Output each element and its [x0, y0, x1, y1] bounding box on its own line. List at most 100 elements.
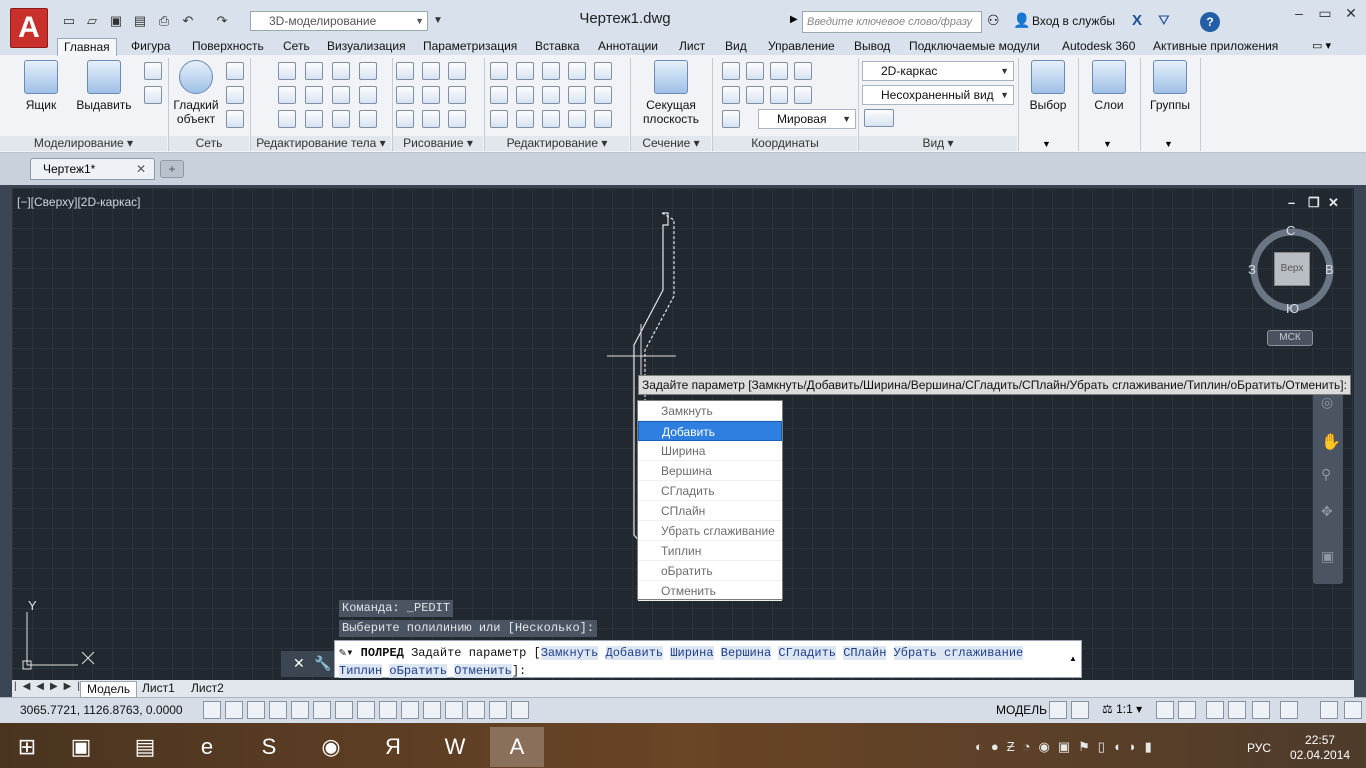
ucs-tool-icon[interactable] — [722, 62, 740, 80]
chrome-icon[interactable]: ◉ — [304, 727, 358, 767]
ribbon-tab[interactable]: Поверхность — [186, 38, 270, 56]
command-option[interactable]: Ширина — [670, 646, 714, 660]
status-tool-icon[interactable] — [1049, 701, 1067, 719]
menu-item-option[interactable]: СГладить — [638, 481, 782, 501]
draw-tool-icon[interactable] — [448, 86, 466, 104]
close-command-icon[interactable]: ✕ — [293, 655, 305, 672]
command-option[interactable]: Замкнуть — [540, 646, 599, 660]
status-tool-icon[interactable] — [1252, 701, 1270, 719]
status-toggle-icon[interactable] — [511, 701, 529, 719]
edit-tool-icon[interactable] — [516, 62, 534, 80]
command-option[interactable]: Добавить — [605, 646, 664, 660]
draw-tool-icon[interactable] — [422, 110, 440, 128]
ucs-menu[interactable]: МСК — [1267, 330, 1313, 346]
ribbon-tab[interactable]: Управление — [762, 38, 841, 56]
skype-icon[interactable]: S — [242, 727, 296, 767]
system-tray-icons[interactable]: ◐●Ƶ◔◉▣⚑▯◖◗▮ — [975, 739, 1160, 755]
ribbon-tab[interactable]: Главная — [57, 38, 117, 56]
draw-tool-icon[interactable] — [396, 62, 414, 80]
ucs-tool-icon[interactable] — [722, 86, 740, 104]
edit-tool-icon[interactable] — [594, 86, 612, 104]
solid-edit-tool-icon[interactable] — [278, 110, 296, 128]
solid-edit-tool-icon[interactable] — [359, 110, 377, 128]
status-toggle-icon[interactable] — [335, 701, 353, 719]
ribbon-tab[interactable]: Лист — [673, 38, 711, 56]
status-toggle-icon[interactable] — [225, 701, 243, 719]
edit-tool-icon[interactable] — [516, 110, 534, 128]
clock[interactable]: 22:57 02.04.2014 — [1290, 733, 1350, 763]
edit-tool-icon[interactable] — [568, 86, 586, 104]
model-space-toggle[interactable]: МОДЕЛЬ — [996, 703, 1047, 717]
layout-tab[interactable]: Лист2 — [185, 681, 230, 696]
edit-tool-icon[interactable] — [542, 110, 560, 128]
ribbon-tab[interactable]: Подключаемые модули — [903, 38, 1046, 56]
edit-tool-icon[interactable] — [542, 62, 560, 80]
solid-edit-tool-icon[interactable] — [332, 86, 350, 104]
menu-item-option[interactable]: Отменить — [638, 581, 782, 601]
status-toggle-icon[interactable] — [247, 701, 265, 719]
draw-tool-icon[interactable] — [396, 86, 414, 104]
ribbon-tab[interactable]: Активные приложения — [1147, 38, 1284, 56]
application-menu-button[interactable]: A — [10, 8, 48, 48]
ucs-tool-icon[interactable] — [794, 86, 812, 104]
ucs-tool-icon[interactable] — [770, 86, 788, 104]
ucs-tool-icon[interactable] — [746, 62, 764, 80]
status-tool-icon[interactable] — [1178, 701, 1196, 719]
ucs-tool-icon[interactable] — [794, 62, 812, 80]
menu-item-option[interactable]: Добавить — [638, 421, 782, 441]
save-app-icon[interactable]: ▣ — [54, 727, 108, 767]
menu-item-option[interactable]: Замкнуть — [638, 401, 782, 421]
ribbon-tab[interactable]: Вставка — [529, 38, 586, 56]
solid-edit-tool-icon[interactable] — [332, 62, 350, 80]
layout-tab[interactable]: Лист1 — [136, 681, 181, 696]
ribbon-tab[interactable]: Параметризация — [417, 38, 523, 56]
status-tool-icon[interactable] — [1320, 701, 1338, 719]
draw-tool-icon[interactable] — [422, 62, 440, 80]
status-toggle-icon[interactable] — [291, 701, 309, 719]
draw-tool-icon[interactable] — [396, 110, 414, 128]
viewcube-south[interactable]: Ю — [1286, 301, 1299, 316]
yandex-icon[interactable]: Я — [366, 727, 420, 767]
orbit-icon[interactable]: ✥ — [1321, 503, 1333, 520]
edit-tool-icon[interactable] — [542, 86, 560, 104]
status-toggle-icon[interactable] — [269, 701, 287, 719]
ribbon-tab[interactable]: Визуализация — [321, 38, 412, 56]
command-option[interactable]: Вершина — [720, 646, 772, 660]
status-toggle-icon[interactable] — [203, 701, 221, 719]
ucs-tool-icon[interactable] — [770, 62, 788, 80]
status-tool-icon[interactable] — [1344, 701, 1362, 719]
language-indicator[interactable]: РУС — [1247, 741, 1271, 755]
zoom-icon[interactable]: ⚲ — [1321, 466, 1331, 483]
status-toggle-icon[interactable] — [445, 701, 463, 719]
viewcube-west[interactable]: З — [1248, 262, 1256, 277]
windows-start-icon[interactable]: ⊞ — [0, 727, 54, 767]
draw-tool-icon[interactable] — [422, 86, 440, 104]
status-toggle-icon[interactable] — [467, 701, 485, 719]
ribbon-tab[interactable]: Аннотации — [592, 38, 664, 56]
viewcube-east[interactable]: В — [1325, 262, 1334, 277]
command-option[interactable]: СГладить — [778, 646, 836, 660]
status-toggle-icon[interactable] — [379, 701, 397, 719]
layout-nav-icons[interactable]: |◀◀▶▶| — [14, 681, 86, 692]
ribbon-minimize-icon[interactable]: ▭ ▾ — [1312, 39, 1331, 52]
command-option[interactable]: Убрать сглаживание — [893, 646, 1024, 660]
status-tool-icon[interactable] — [1206, 701, 1224, 719]
menu-item-option[interactable]: Убрать сглаживание — [638, 521, 782, 541]
edit-tool-icon[interactable] — [568, 62, 586, 80]
coordinate-display[interactable]: 3065.7721, 1126.8763, 0.0000 — [20, 703, 183, 717]
ribbon-tab[interactable]: Фигура — [125, 38, 176, 56]
edit-tool-icon[interactable] — [594, 110, 612, 128]
command-option[interactable]: СПлайн — [843, 646, 887, 660]
ribbon-tab[interactable]: Autodesk 360 — [1056, 38, 1141, 56]
status-tool-icon[interactable] — [1156, 701, 1174, 719]
ribbon-tab[interactable]: Сеть — [277, 38, 316, 56]
menu-item-option[interactable]: СПлайн — [638, 501, 782, 521]
pan-icon[interactable]: ✋ — [1321, 432, 1341, 452]
menu-item-option[interactable]: Вершина — [638, 461, 782, 481]
edit-tool-icon[interactable] — [490, 110, 508, 128]
status-tool-icon[interactable] — [1280, 701, 1298, 719]
ucs-tool-icon[interactable] — [746, 86, 764, 104]
viewcube-north[interactable]: С — [1286, 223, 1295, 238]
edit-tool-icon[interactable] — [490, 62, 508, 80]
layout-tab[interactable]: Модель — [80, 681, 138, 698]
